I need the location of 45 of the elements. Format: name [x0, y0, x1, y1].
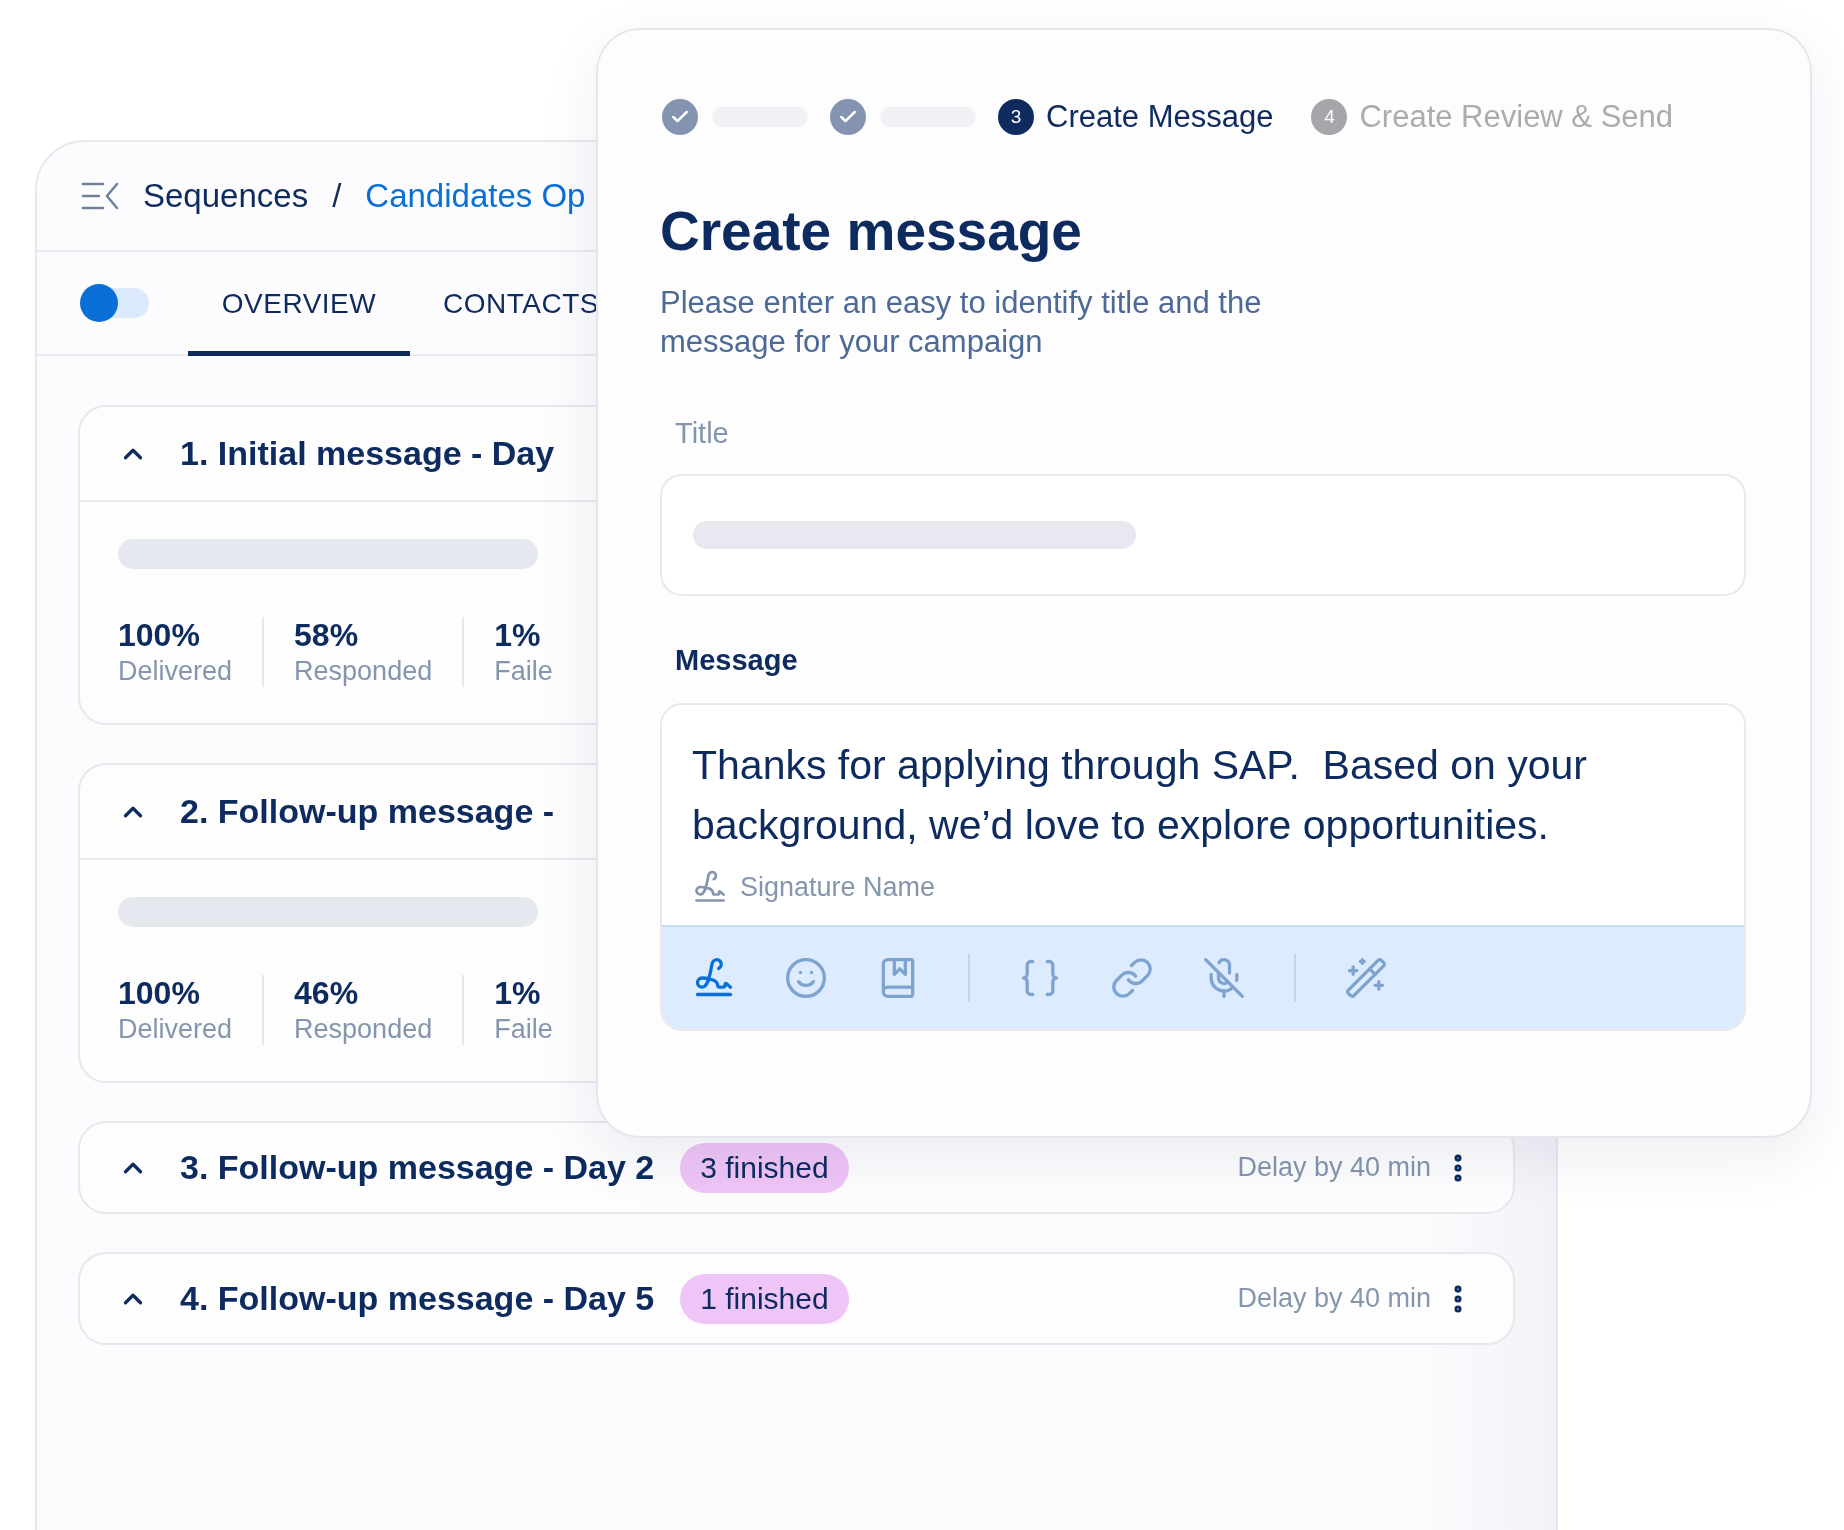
- stat-value: 1%: [494, 975, 542, 1012]
- breadcrumb-separator: /: [332, 177, 342, 215]
- message-editor[interactable]: Thanks for applying through SAP. Based on your background, we’d love to explore opportunities. Signature Name: [660, 703, 1746, 1031]
- title-input-field[interactable]: [660, 474, 1746, 596]
- step-number: 4: [1311, 99, 1348, 135]
- delay-text: Delay by 40 min: [1237, 1152, 1431, 1183]
- completed-step-icon: [830, 99, 866, 135]
- stat-label: Delivered: [118, 1014, 233, 1045]
- stat-value: 58%: [294, 617, 360, 654]
- signature-text: Signature Name: [740, 871, 936, 903]
- step-title: 1. Initial message - Day: [180, 434, 555, 473]
- step-label: Create Message: [1046, 99, 1274, 135]
- stat-value: 1%: [494, 617, 542, 654]
- breadcrumb-link[interactable]: Sequences: [143, 177, 309, 215]
- stat-value: 46%: [294, 975, 360, 1012]
- field-label: Message: [675, 644, 799, 677]
- signature-icon: [692, 869, 728, 905]
- completed-step-icon: [662, 99, 698, 135]
- stat-label: Responded: [294, 1014, 433, 1045]
- finished-badge: 3 finished: [680, 1142, 849, 1193]
- toggle-switch[interactable]: [80, 284, 149, 322]
- stat-label: Delivered: [118, 656, 233, 687]
- step-label: Create Review & Send: [1359, 99, 1674, 135]
- stat-label: Faile: [494, 1014, 553, 1045]
- stat-value: 100%: [118, 975, 201, 1012]
- message-text: Thanks for applying through SAP. Based on your background, we’d love to explore opportunities.: [691, 741, 1588, 850]
- step-title: 3. Follow-up message - Day 2: [180, 1148, 655, 1187]
- dialog-title: Create message: [660, 199, 1083, 263]
- breadcrumb-current: Candidates Op: [365, 177, 586, 215]
- dialog-subtitle: Please enter an easy to identify title and the message for your campaign: [660, 284, 1263, 361]
- link-icon[interactable]: [1110, 956, 1154, 1000]
- finished-badge: 1 finished: [680, 1273, 849, 1324]
- stat-value: 100%: [118, 617, 201, 654]
- step-title: 4. Follow-up message - Day 5: [180, 1279, 655, 1318]
- delay-text: Delay by 40 min: [1237, 1283, 1431, 1314]
- tab[interactable]: OVERVIEW: [188, 252, 410, 356]
- step-number: 3: [998, 99, 1034, 135]
- step-title: 2. Follow-up message -: [180, 792, 555, 831]
- smiley-icon[interactable]: [784, 956, 828, 1000]
- stat-label: Faile: [494, 656, 553, 687]
- magic-wand-icon[interactable]: [1344, 956, 1388, 1000]
- collapse-sidebar-icon[interactable]: [81, 181, 119, 211]
- stat-label: Responded: [294, 656, 433, 687]
- field-label: Title: [675, 417, 730, 450]
- muted-microphone-icon[interactable]: [1202, 956, 1246, 1000]
